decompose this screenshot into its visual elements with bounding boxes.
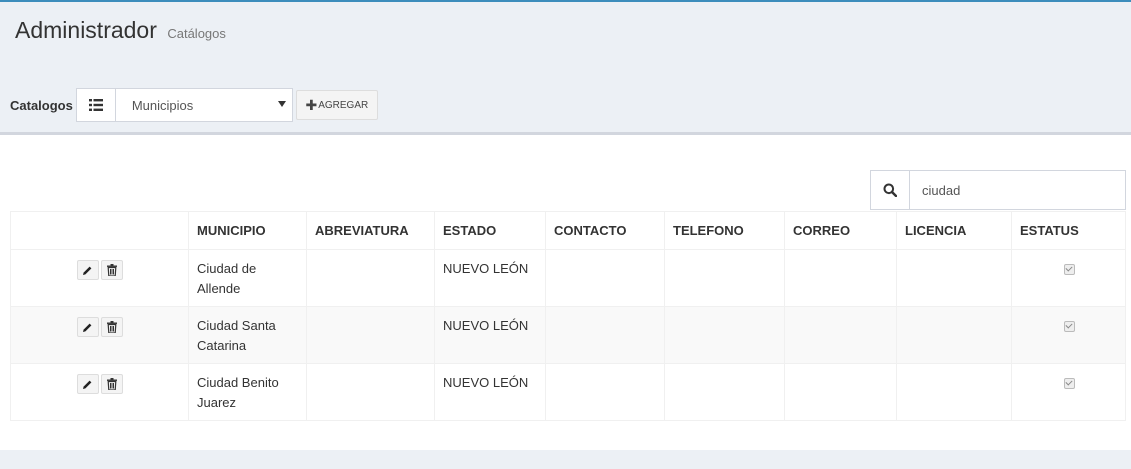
cell-correo <box>784 249 897 307</box>
cell-licencia <box>896 249 1012 307</box>
col-abreviatura-header[interactable]: ABREVIATURA <box>306 211 435 250</box>
cell-abreviatura <box>306 363 435 421</box>
cell-abreviatura <box>306 306 435 364</box>
cell-estatus <box>1011 306 1126 364</box>
table-header-row: MUNICIPIO ABREVIATURA ESTADO CONTACTO TE… <box>10 211 1126 250</box>
chevron-down-icon <box>277 101 286 107</box>
add-button[interactable]: ✚ AGREGAR <box>295 90 378 120</box>
table-row: Ciudad Santa Catarina NUEVO LEÓN <box>10 306 1126 364</box>
trash-icon <box>106 321 117 333</box>
status-checkbox[interactable] <box>1064 321 1075 332</box>
edit-icon <box>83 266 92 275</box>
table-row: Ciudad de Allende NUEVO LEÓN <box>10 249 1126 307</box>
cell-telefono <box>664 363 785 421</box>
page-title: Administrador <box>15 17 157 43</box>
edit-button[interactable] <box>76 317 99 337</box>
cell-estado: NUEVO LEÓN <box>434 363 546 421</box>
cell-municipio: Ciudad de Allende <box>188 249 307 307</box>
search-box <box>870 170 1126 210</box>
cell-correo <box>784 363 897 421</box>
row-actions <box>10 306 189 364</box>
col-telefono-header[interactable]: TELEFONO <box>664 211 785 250</box>
col-contacto-header[interactable]: CONTACTO <box>545 211 665 250</box>
edit-button[interactable] <box>76 374 99 394</box>
edit-icon <box>83 323 92 332</box>
cell-contacto <box>545 249 665 307</box>
delete-button[interactable] <box>100 374 123 394</box>
col-municipio-header[interactable]: MUNICIPIO <box>188 211 307 250</box>
cell-telefono <box>664 306 785 364</box>
cell-estatus <box>1011 363 1126 421</box>
table-row: Ciudad Benito Juarez NUEVO LEÓN <box>10 363 1126 421</box>
catalog-select-group: Municipios <box>75 88 293 122</box>
add-button-label: AGREGAR <box>318 99 369 111</box>
cell-estatus <box>1011 249 1126 307</box>
trash-icon <box>106 264 117 276</box>
page-header: Administrador Catálogos <box>15 17 226 44</box>
catalog-toolbar: Catalogos Municipios ✚ AGREGAR <box>10 88 378 122</box>
municipios-table: MUNICIPIO ABREVIATURA ESTADO CONTACTO TE… <box>10 211 1126 421</box>
catalog-select-value: Municipios <box>131 97 194 113</box>
status-checkbox[interactable] <box>1064 378 1075 389</box>
cell-contacto <box>545 363 665 421</box>
search-icon[interactable] <box>871 171 910 209</box>
row-actions <box>10 363 189 421</box>
cell-telefono <box>664 249 785 307</box>
cell-estado: NUEVO LEÓN <box>434 306 546 364</box>
delete-button[interactable] <box>100 317 123 337</box>
delete-button[interactable] <box>100 260 123 280</box>
plus-icon: ✚ <box>305 97 318 113</box>
cell-municipio: Ciudad Santa Catarina <box>188 306 307 364</box>
col-correo-header[interactable]: CORREO <box>784 211 897 250</box>
cell-correo <box>784 306 897 364</box>
cell-municipio: Ciudad Benito Juarez <box>188 363 307 421</box>
page-footer-area <box>0 450 1131 469</box>
cell-abreviatura <box>306 249 435 307</box>
edit-button[interactable] <box>76 260 99 280</box>
col-actions-header <box>10 211 189 250</box>
page-subtitle: Catálogos <box>167 26 226 41</box>
search-input[interactable] <box>910 171 1125 209</box>
catalog-label: Catalogos <box>10 97 73 113</box>
cell-estado: NUEVO LEÓN <box>434 249 546 307</box>
list-icon <box>76 89 116 121</box>
edit-icon <box>83 380 92 389</box>
top-accent-line <box>0 0 1131 2</box>
status-checkbox[interactable] <box>1064 264 1075 275</box>
trash-icon <box>106 378 117 390</box>
col-estatus-header[interactable]: ESTATUS <box>1011 211 1126 250</box>
cell-licencia <box>896 306 1012 364</box>
row-actions <box>10 249 189 307</box>
cell-contacto <box>545 306 665 364</box>
cell-licencia <box>896 363 1012 421</box>
col-licencia-header[interactable]: LICENCIA <box>896 211 1012 250</box>
col-estado-header[interactable]: ESTADO <box>434 211 546 250</box>
catalog-select[interactable]: Municipios <box>116 89 292 121</box>
